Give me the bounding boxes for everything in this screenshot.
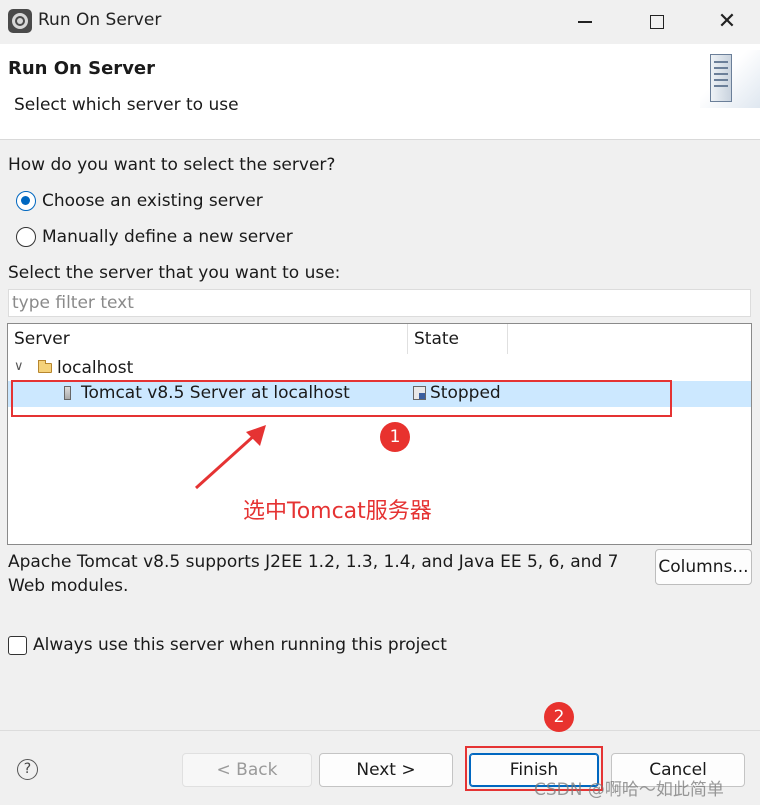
folder-icon: [38, 360, 52, 373]
annotation-highlight-tomcat: [11, 380, 672, 417]
radio-existing-server[interactable]: Choose an existing server: [16, 191, 263, 211]
wizard-subtitle: Select which server to use: [14, 95, 239, 115]
close-icon: ✕: [717, 9, 737, 34]
minimize-button[interactable]: [550, 0, 620, 44]
always-use-checkbox[interactable]: [8, 635, 27, 655]
column-header-state[interactable]: State: [408, 324, 508, 354]
always-use-label: Always use this server when running this…: [33, 635, 447, 655]
header-divider: [0, 139, 760, 140]
annotation-badge-2: 2: [544, 702, 574, 732]
back-button[interactable]: < Back: [182, 753, 312, 787]
help-icon[interactable]: ?: [17, 759, 38, 780]
tree-row-localhost[interactable]: ∨ localhost: [8, 355, 751, 381]
radio-new-label: Manually define a new server: [42, 227, 293, 247]
annotation-note: 选中Tomcat服务器: [243, 499, 432, 524]
localhost-label: localhost: [57, 358, 134, 378]
radio-existing-label: Choose an existing server: [42, 191, 263, 211]
columns-button[interactable]: Columns...: [655, 549, 752, 585]
chevron-down-icon[interactable]: ∨: [14, 359, 24, 374]
radio-new-server[interactable]: Manually define a new server: [16, 227, 293, 247]
footer-divider: [0, 730, 760, 731]
window-title: Run On Server: [38, 10, 162, 30]
selection-question: How do you want to select the server?: [8, 155, 336, 175]
title-bar: Run On Server ✕: [0, 0, 760, 44]
annotation-arrow: [194, 425, 266, 490]
watermark: CSDN @啊哈～如此简单: [534, 780, 724, 800]
filter-input[interactable]: [8, 289, 751, 317]
always-use-row[interactable]: Always use this server when running this…: [8, 635, 447, 655]
server-description: Apache Tomcat v8.5 supports J2EE 1.2, 1.…: [8, 552, 619, 596]
radio-button-unchecked[interactable]: [16, 227, 36, 247]
column-header-server[interactable]: Server: [8, 324, 408, 354]
next-button[interactable]: Next >: [319, 753, 453, 787]
radio-button-checked[interactable]: [16, 191, 36, 211]
server-graphic-icon: [700, 50, 760, 108]
table-header: Server State: [8, 324, 751, 354]
annotation-badge-1: 1: [380, 422, 410, 452]
close-button[interactable]: ✕: [692, 0, 760, 44]
eclipse-app-icon: [8, 9, 32, 33]
minimize-icon: [578, 21, 592, 23]
maximize-button[interactable]: [622, 0, 692, 44]
server-prompt: Select the server that you want to use:: [8, 263, 341, 283]
wizard-title: Run On Server: [8, 58, 156, 79]
wizard-header: Run On Server Select which server to use: [0, 44, 760, 140]
maximize-icon: [650, 15, 664, 29]
